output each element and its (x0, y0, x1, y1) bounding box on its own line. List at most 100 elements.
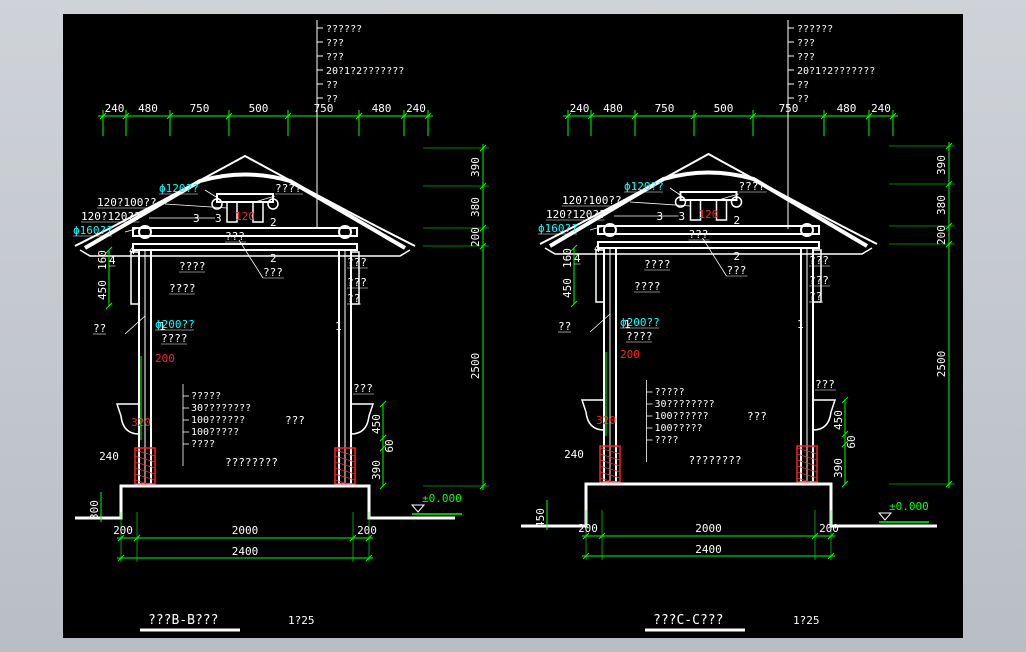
section-title: ???B-B??? (148, 613, 218, 628)
left-dimension-text: 160 (96, 250, 109, 270)
bottom-dimension-text: 200 (578, 522, 598, 535)
bottom-total-text: 2400 (695, 543, 722, 556)
section-mark: 3 (215, 212, 222, 225)
left-callout: ???? (644, 258, 671, 271)
right-callout: ??? (347, 256, 367, 269)
left-callout: 120?120?? (546, 208, 606, 221)
bottom-total-text: 2400 (232, 545, 259, 558)
right-callout: ?? (347, 292, 360, 305)
left-callout: 4 (109, 254, 116, 267)
base-note-text: 100????? (191, 427, 239, 438)
bottom-dimension-text: 200 (113, 524, 133, 537)
ridge-beam (679, 191, 738, 201)
bottom-dimension-text: 200 (357, 524, 377, 537)
section-scale: 1?25 (793, 614, 820, 627)
ground-and-plinth (521, 482, 937, 528)
left-base-dimension-text: 300 (88, 500, 101, 520)
right-callout: ??? (815, 378, 835, 391)
bottom-dimension-text: 200 (819, 522, 839, 535)
base-right-dimension-text: 60 (383, 439, 396, 452)
top-dimension-text: 480 (138, 102, 158, 115)
ground-and-plinth (75, 484, 455, 520)
left-callout: 120?100?? (97, 196, 157, 209)
roof-note-text: ?? (797, 94, 809, 105)
right-dimension-text: 200 (469, 227, 482, 247)
seat-dimension-text: 200 (155, 352, 175, 365)
left-callout: 120?120?? (81, 210, 141, 223)
drawing-canvas[interactable]: 240 480 750 500 750 480 240???????????? 20?1?2?… (63, 14, 963, 638)
section-mark: 4 (594, 242, 601, 255)
top-dimension-text: 240 (406, 102, 426, 115)
right-callout: ???? (739, 180, 766, 193)
section-mark: 2 (270, 216, 277, 229)
base-note-text: ????? (655, 387, 685, 398)
section-mark: 120 (699, 208, 719, 221)
tie-beam (597, 225, 820, 235)
left-dimension-text: 160 (561, 248, 574, 268)
roof-note-text: ?????? (797, 24, 833, 35)
section-mark: 2 (734, 214, 741, 227)
ridge-beam (216, 193, 274, 203)
top-dimension-text: 500 (249, 102, 269, 115)
right-callout: ??? (347, 276, 367, 289)
base-right-label: ??? (285, 414, 305, 427)
base-right-dimension-text: 390 (832, 458, 845, 478)
top-dimension-text: 240 (570, 102, 590, 115)
section-mark: 120 (235, 210, 255, 223)
right-dimension-text: 380 (469, 197, 482, 217)
right-dimension-text: 380 (935, 195, 948, 215)
section-scale: 1?25 (288, 614, 315, 627)
leader-line (164, 203, 228, 209)
right-callout: ??? (727, 264, 747, 277)
right-callout: ??? (809, 254, 829, 267)
elevation-text: ±0.000 (422, 492, 462, 505)
right-callout: ??? (689, 228, 709, 241)
roof-note-text: 20?1?2??????? (326, 66, 404, 77)
right-dimension-text: 2500 (469, 353, 482, 380)
roof-note-text: ?????? (326, 24, 362, 35)
left-callout: ???? (634, 280, 661, 293)
roof-note-text: ?? (326, 94, 338, 105)
left-dimension-text: 450 (96, 280, 109, 300)
left-callout: ?? (558, 320, 571, 333)
bracket-left (595, 249, 605, 303)
bracket-left (130, 251, 140, 305)
plinth-dimension-text: 240 (99, 450, 119, 463)
left-callout: 4 (574, 252, 581, 265)
right-dimension-text: 390 (469, 157, 482, 177)
section-mark: 1 (624, 318, 631, 331)
section-mark: 4 (129, 244, 136, 257)
top-dimension-text: 750 (190, 102, 210, 115)
section-c-c-drawing: 240480750500750480240????????????20?1?2?… (521, 20, 955, 632)
roof-note-text: ??? (326, 38, 344, 49)
left-callout: ϕ160?? (538, 222, 578, 235)
leader-line (238, 239, 264, 279)
base-note-text: 100????? (655, 423, 703, 434)
elevation-triangle (410, 504, 426, 513)
bottom-dimension-text: 2000 (232, 524, 259, 537)
left-callout: ϕ120?? (624, 180, 664, 193)
left-callout: ???? (161, 332, 188, 345)
base-right-label: ???????? (689, 454, 742, 467)
left-callout: 120?100?? (562, 194, 622, 207)
leader-line (702, 237, 727, 277)
section-mark: 1 (797, 318, 804, 331)
elevation-triangle (877, 512, 893, 521)
plinth-dimension-text: 240 (564, 448, 584, 461)
roof-note-text: ??? (797, 52, 815, 63)
roof-note-text: ??? (797, 38, 815, 49)
top-dimension-text: 240 (871, 102, 891, 115)
leader-line (629, 201, 691, 207)
right-dimension-text: 200 (935, 225, 948, 245)
roof-note-text: ?? (797, 80, 809, 91)
section-mark: 1 (335, 320, 342, 333)
section-mark: 3 (193, 212, 200, 225)
elevation-text: ±0.000 (889, 500, 929, 513)
right-callout: ??? (809, 274, 829, 287)
top-dimension-text: 480 (603, 102, 623, 115)
left-base-dimension-text: 450 (534, 508, 547, 528)
section-mark: 2 (270, 252, 277, 265)
base-right-label: ??? (747, 410, 767, 423)
base-note-text: ????? (191, 391, 221, 402)
section-mark: 3 (679, 210, 686, 223)
